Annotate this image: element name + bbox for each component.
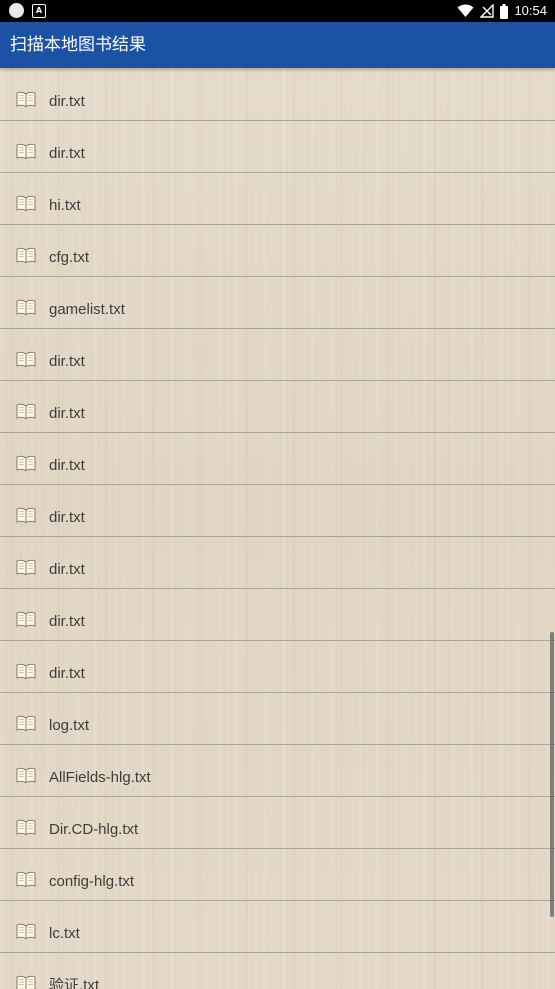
file-name: dir.txt	[49, 613, 85, 630]
book-icon	[16, 715, 36, 731]
file-item[interactable]: hi.txt	[0, 173, 555, 225]
file-item[interactable]: config-hlg.txt	[0, 849, 555, 901]
file-list: dir.txt dir.txt hi.txt cfg.txt gamelist.…	[0, 69, 555, 989]
status-right: 10:54	[457, 2, 547, 20]
status-bar: A 10:54	[0, 0, 555, 22]
book-icon	[16, 975, 36, 989]
file-name: dir.txt	[49, 561, 85, 578]
file-name: config-hlg.txt	[49, 873, 135, 890]
file-name: cfg.txt	[49, 249, 90, 266]
book-icon	[16, 767, 36, 783]
file-name: log.txt	[49, 717, 90, 734]
file-name: AllFields-hlg.txt	[49, 769, 151, 786]
book-icon	[16, 247, 36, 263]
file-name: dir.txt	[49, 145, 85, 162]
file-item[interactable]: dir.txt	[0, 69, 555, 121]
file-item[interactable]: log.txt	[0, 693, 555, 745]
wifi-icon	[457, 4, 474, 17]
status-time: 10:54	[514, 3, 547, 18]
file-name: dir.txt	[49, 509, 85, 526]
app-a-icon: A	[32, 3, 46, 18]
book-icon	[16, 195, 36, 211]
book-icon	[16, 663, 36, 679]
book-icon	[16, 507, 36, 523]
no-signal-icon	[480, 4, 495, 18]
file-item[interactable]: dir.txt	[0, 121, 555, 173]
file-item[interactable]: dir.txt	[0, 381, 555, 433]
file-name: gamelist.txt	[49, 301, 125, 318]
file-name: lc.txt	[49, 925, 80, 942]
book-icon	[16, 871, 36, 887]
file-item[interactable]: Dir.CD-hlg.txt	[0, 797, 555, 849]
file-name: dir.txt	[49, 405, 85, 422]
book-icon	[16, 455, 36, 471]
book-icon	[16, 299, 36, 315]
file-name: dir.txt	[49, 457, 85, 474]
file-item[interactable]: dir.txt	[0, 485, 555, 537]
book-icon	[16, 819, 36, 835]
file-name: dir.txt	[49, 353, 85, 370]
scrollbar[interactable]	[550, 632, 554, 917]
file-item[interactable]: dir.txt	[0, 641, 555, 693]
book-icon	[16, 611, 36, 627]
book-icon	[16, 559, 36, 575]
file-item[interactable]: 验证.txt	[0, 953, 555, 989]
book-icon	[16, 403, 36, 419]
screen: A 10:54 扫描本地图书结果 dir.txt dir.txt hi.txt …	[0, 0, 555, 989]
file-name: hi.txt	[49, 197, 81, 214]
file-item[interactable]: lc.txt	[0, 901, 555, 953]
battery-icon	[500, 3, 509, 19]
file-item[interactable]: dir.txt	[0, 329, 555, 381]
file-item[interactable]: dir.txt	[0, 589, 555, 641]
file-item[interactable]: cfg.txt	[0, 225, 555, 277]
notification-dot-icon	[9, 3, 24, 18]
book-icon	[16, 923, 36, 939]
file-item[interactable]: dir.txt	[0, 433, 555, 485]
file-name: dir.txt	[49, 665, 85, 682]
book-icon	[16, 351, 36, 367]
book-icon	[16, 91, 36, 107]
file-item[interactable]: AllFields-hlg.txt	[0, 745, 555, 797]
file-name: dir.txt	[49, 93, 85, 110]
status-left: A	[9, 3, 46, 18]
book-icon	[16, 143, 36, 159]
app-bar: 扫描本地图书结果	[0, 22, 555, 68]
file-item[interactable]: gamelist.txt	[0, 277, 555, 329]
page-title: 扫描本地图书结果	[10, 35, 146, 55]
file-item[interactable]: dir.txt	[0, 537, 555, 589]
file-name: 验证.txt	[49, 977, 100, 989]
file-name: Dir.CD-hlg.txt	[49, 821, 139, 838]
